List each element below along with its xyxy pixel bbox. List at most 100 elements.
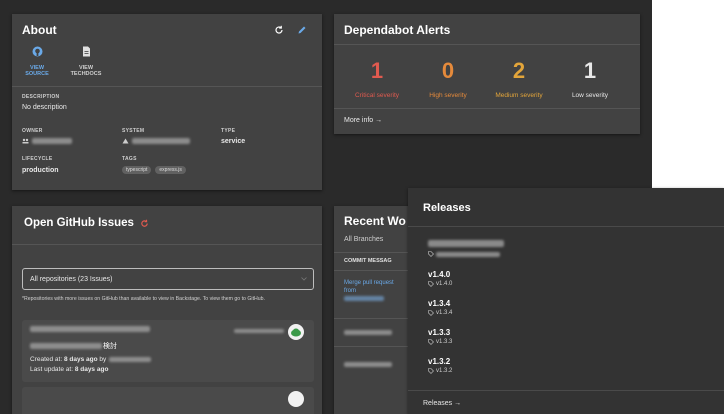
- system-value[interactable]: [122, 138, 190, 144]
- about-card: About VIEW SOURCE VIEW TECHDOCS DESCRIPT…: [12, 14, 322, 190]
- releases-card: Releases v1.4.0 v1.4.0 v1.3.4 v1.3.4 v1.…: [408, 188, 724, 414]
- release-tag-row: [428, 251, 504, 257]
- critical-count: 1: [370, 58, 384, 83]
- releases-footer-link[interactable]: Releases →: [423, 400, 461, 407]
- release-name-redacted: [428, 240, 504, 247]
- release-tag: v1.3.2: [436, 368, 453, 374]
- commit-link-line2: from: [344, 287, 356, 294]
- tag-icon: [428, 251, 434, 257]
- avatar: [288, 391, 304, 407]
- release-item[interactable]: v1.3.2 v1.3.2: [428, 357, 452, 374]
- owner-value[interactable]: [22, 138, 72, 144]
- tag-icon: [428, 281, 434, 287]
- tag-icon: [428, 368, 434, 374]
- low-label: Low severity: [571, 92, 609, 99]
- description-value: No description: [22, 104, 67, 111]
- created-prefix: Created at:: [30, 356, 64, 363]
- issues-title: Open GitHub Issues: [24, 217, 134, 229]
- tag-chip[interactable]: express.js: [155, 166, 186, 174]
- chevron-down-icon: [301, 277, 307, 281]
- refresh-icon[interactable]: [274, 25, 284, 35]
- issues-note: *Repositories with more issues on GitHub…: [22, 296, 265, 302]
- tag-chip[interactable]: typescript: [122, 166, 152, 174]
- high-label: High severity: [429, 92, 467, 99]
- release-tag-row: v1.4.0: [428, 281, 452, 287]
- created-by: by: [97, 356, 107, 363]
- medium-label: Medium severity: [495, 92, 543, 99]
- release-item[interactable]: v1.3.4 v1.3.4: [428, 299, 452, 316]
- releases-title: Releases: [423, 202, 471, 214]
- issue-title: 検討: [30, 341, 117, 351]
- release-version: v1.3.2: [428, 357, 451, 366]
- type-value: service: [221, 138, 246, 145]
- tag-icon: [428, 339, 434, 345]
- dependabot-card: Dependabot Alerts 1 Critical severity 0 …: [334, 14, 640, 134]
- view-source-label-2: SOURCE: [25, 71, 49, 77]
- avatar: [288, 324, 304, 340]
- issue-author-redacted: [234, 329, 284, 333]
- owner-label: OWNER: [22, 128, 43, 134]
- about-title: About: [22, 23, 57, 37]
- repository-select[interactable]: All repositories (23 Issues): [22, 268, 314, 290]
- document-icon: [82, 46, 91, 57]
- commit-link-line1: Merge pull request: [344, 280, 394, 286]
- release-tag: v1.3.4: [436, 310, 453, 316]
- medium-count: 2: [512, 58, 526, 83]
- release-tag-redacted: [436, 251, 500, 257]
- more-info-link[interactable]: More info →: [344, 117, 382, 124]
- lifecycle-value: production: [22, 167, 59, 174]
- issue-title-redacted: [30, 343, 102, 349]
- issue-created: Created at: 8 days ago by: [30, 356, 152, 363]
- group-icon: [22, 138, 29, 144]
- releases-divider: [408, 226, 724, 227]
- tags-list: typescript express.js: [122, 166, 186, 174]
- view-source-link[interactable]: VIEW SOURCE: [20, 44, 54, 77]
- edit-icon[interactable]: [297, 25, 307, 35]
- issue-updated: Last update at: 8 days ago: [30, 366, 108, 373]
- issues-card: Open GitHub Issues All repositories (23 …: [12, 206, 322, 414]
- release-tag-row: v1.3.2: [428, 368, 452, 374]
- commit-link[interactable]: Merge pull request from: [344, 280, 394, 304]
- dependabot-divider: [334, 44, 640, 45]
- release-version: v1.4.0: [428, 270, 451, 279]
- commit-row-redacted: [344, 362, 392, 367]
- dependabot-footer-divider: [334, 108, 640, 109]
- tag-icon: [428, 310, 434, 316]
- view-techdocs-label-2: TECHDOCS: [70, 71, 102, 77]
- type-label: TYPE: [221, 128, 236, 134]
- created-value: 8 days ago: [63, 356, 98, 363]
- owner-redacted: [32, 138, 72, 144]
- system-icon: [122, 138, 129, 144]
- release-version: v1.3.4: [428, 299, 451, 308]
- issues-divider: [12, 244, 322, 245]
- issue-repo-redacted: [30, 326, 150, 332]
- low-count: 1: [583, 58, 597, 83]
- release-item[interactable]: v1.4.0 v1.4.0: [428, 270, 452, 287]
- release-version: v1.3.3: [428, 328, 451, 337]
- created-by-redacted: [109, 357, 152, 362]
- issue-item[interactable]: [22, 387, 314, 414]
- tags-label: TAGS: [122, 156, 137, 162]
- updated-prefix: Last update at:: [30, 366, 75, 373]
- system-label: SYSTEM: [122, 128, 145, 134]
- refresh-icon[interactable]: [140, 219, 149, 228]
- issue-item[interactable]: 検討 Created at: 8 days ago by Last update…: [22, 320, 314, 382]
- releases-footer-divider: [408, 390, 724, 391]
- dependabot-title: Dependabot Alerts: [344, 23, 451, 37]
- release-item[interactable]: v1.3.3 v1.3.3: [428, 328, 452, 345]
- branch-select[interactable]: All Branches: [344, 236, 383, 243]
- commit-row-redacted: [344, 330, 392, 335]
- github-icon: [32, 46, 43, 57]
- updated-value: 8 days ago: [74, 366, 109, 373]
- about-divider: [12, 86, 322, 87]
- release-tag: v1.4.0: [436, 281, 453, 287]
- release-item-latest[interactable]: [428, 240, 504, 257]
- commit-header: COMMIT MESSAG: [344, 258, 392, 264]
- issues-header: Open GitHub Issues: [24, 217, 149, 229]
- repository-select-value: All repositories (23 Issues): [30, 275, 113, 283]
- commit-link-redacted: [344, 295, 384, 301]
- high-count: 0: [441, 58, 455, 83]
- release-tag-row: v1.3.4: [428, 310, 452, 316]
- issue-title-suffix: 検討: [103, 343, 117, 350]
- view-techdocs-link[interactable]: VIEW TECHDOCS: [64, 44, 108, 77]
